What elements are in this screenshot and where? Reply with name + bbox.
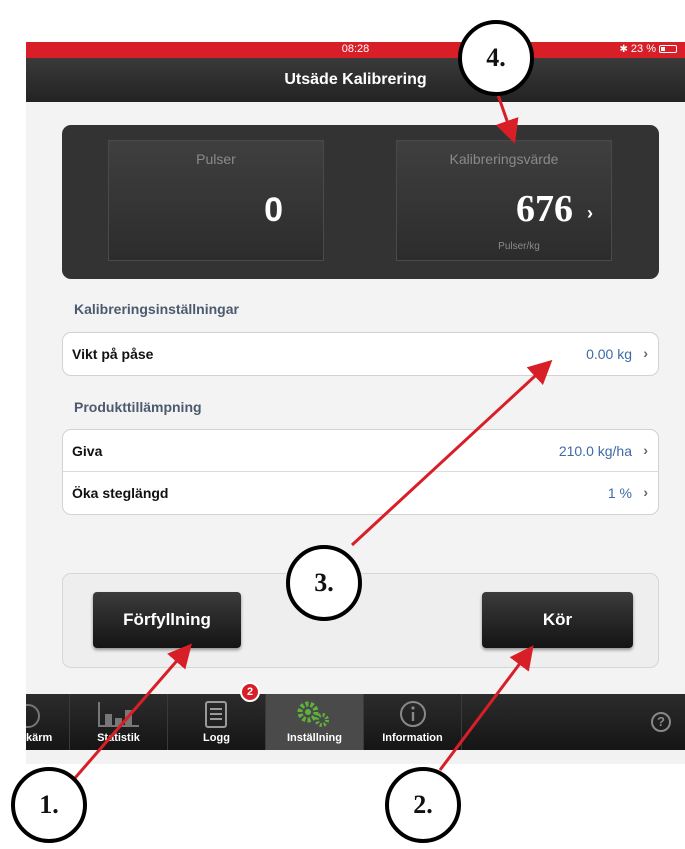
- chevron-right-icon: ›: [643, 442, 648, 458]
- device-screen: 08:28 ✱ 23 % Utsäde Kalibrering Pulser 0…: [26, 42, 685, 764]
- pulses-tile: Pulser 0: [108, 140, 324, 261]
- tab-label: Information: [382, 732, 443, 744]
- tab-bar: kärm Statistik Logg Inställning Informat…: [26, 682, 685, 750]
- row-label: Giva: [72, 443, 103, 459]
- tab-statistics[interactable]: Statistik: [70, 694, 168, 750]
- tab-log[interactable]: Logg: [168, 694, 266, 750]
- rate-row[interactable]: Giva 210.0 kg/ha ›: [63, 430, 658, 472]
- callout-1: 1.: [11, 767, 87, 843]
- pulses-label: Pulser: [196, 151, 236, 167]
- tab-information[interactable]: Information: [364, 694, 462, 750]
- callout-2: 2.: [385, 767, 461, 843]
- prefill-button[interactable]: Förfyllning: [93, 592, 241, 648]
- status-time: 08:28: [341, 43, 370, 55]
- bar-chart-icon: [70, 700, 167, 728]
- calibration-value: 676: [516, 188, 573, 230]
- log-icon: [168, 700, 265, 728]
- main-content: Pulser 0 Kalibreringsvärde 676 › Pulser/…: [26, 102, 685, 694]
- battery-percent: 23 %: [630, 43, 656, 55]
- product-application-group: Giva 210.0 kg/ha › Öka steglängd 1 % ›: [62, 429, 659, 515]
- tab-label: Logg: [203, 732, 230, 744]
- battery-icon: [659, 45, 677, 53]
- chevron-right-icon: ›: [643, 484, 648, 500]
- calibration-label: Kalibreringsvärde: [449, 151, 559, 167]
- pulses-value: 0: [264, 191, 283, 229]
- log-badge: 2: [240, 682, 260, 702]
- gears-icon: [266, 700, 363, 728]
- calibration-value-tile[interactable]: Kalibreringsvärde 676 › Pulser/kg: [396, 140, 612, 261]
- status-bar: 08:28 ✱ 23 %: [26, 42, 685, 58]
- product-application-heading: Produkttillämpning: [74, 399, 202, 415]
- callout-3: 3.: [286, 545, 362, 621]
- tab-settings[interactable]: Inställning: [266, 694, 364, 750]
- row-value: 1 %: [607, 485, 632, 501]
- tab-screen[interactable]: kärm: [26, 694, 70, 750]
- row-value: 210.0 kg/ha: [558, 443, 632, 459]
- chevron-right-icon: ›: [643, 345, 648, 361]
- chevron-right-icon: ›: [587, 203, 593, 223]
- run-button[interactable]: Kör: [482, 592, 633, 648]
- step-length-row[interactable]: Öka steglängd 1 % ›: [63, 472, 658, 514]
- tab-label: Inställning: [287, 732, 342, 744]
- tab-label: Statistik: [97, 732, 140, 744]
- gauge-icon: [26, 700, 69, 728]
- calibration-unit: Pulser/kg: [498, 241, 540, 252]
- calibration-settings-group: Vikt på påse 0.00 kg ›: [62, 332, 659, 376]
- row-label: Öka steglängd: [72, 485, 169, 501]
- tab-label: kärm: [26, 732, 53, 744]
- info-icon: [364, 700, 461, 728]
- row-label: Vikt på påse: [72, 346, 154, 362]
- row-value: 0.00 kg: [586, 346, 632, 362]
- nav-title: Utsäde Kalibrering: [26, 58, 685, 102]
- dashboard-panel: Pulser 0 Kalibreringsvärde 676 › Pulser/…: [62, 125, 659, 279]
- callout-4: 4.: [458, 20, 534, 96]
- bluetooth-icon: ✱: [619, 43, 628, 55]
- bag-weight-row[interactable]: Vikt på påse 0.00 kg ›: [63, 333, 658, 375]
- help-icon[interactable]: ?: [651, 712, 671, 732]
- battery-indicator: ✱ 23 %: [620, 43, 677, 55]
- calibration-settings-heading: Kalibreringsinställningar: [74, 301, 239, 317]
